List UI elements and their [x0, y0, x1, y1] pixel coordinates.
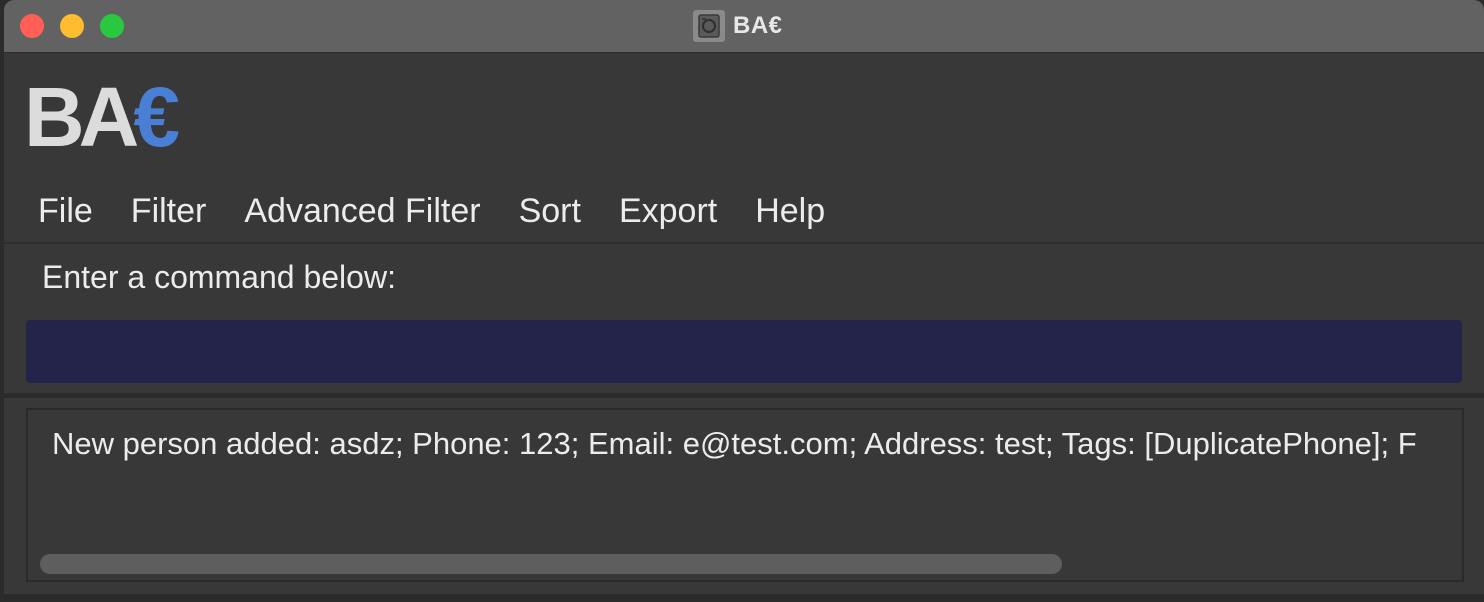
result-display[interactable]: New person added: asdz; Phone: 123; Emai…: [26, 408, 1464, 582]
window-title-group: BA€: [693, 8, 783, 44]
menu-bar: File Filter Advanced Filter Sort Export …: [4, 180, 1484, 244]
menu-filter[interactable]: Filter: [112, 180, 226, 242]
menu-file[interactable]: File: [4, 180, 112, 242]
section-divider: [4, 393, 1484, 398]
command-input[interactable]: [26, 320, 1462, 383]
app-window: BA€ BA€ File Filter Advanced Filter Sort…: [4, 0, 1484, 602]
app-logo: BA€: [24, 74, 180, 160]
maximize-window-button[interactable]: [100, 14, 124, 38]
app-icon: [693, 10, 725, 42]
menu-export[interactable]: Export: [600, 180, 736, 242]
bottom-divider: [4, 594, 1484, 602]
menu-advanced-filter[interactable]: Advanced Filter: [225, 180, 499, 242]
command-prompt-label: Enter a command below:: [42, 259, 396, 295]
horizontal-scrollbar[interactable]: [40, 554, 1062, 574]
menu-sort[interactable]: Sort: [500, 180, 600, 242]
logo-euro-symbol: €: [133, 70, 181, 164]
title-bar[interactable]: BA€: [4, 0, 1484, 53]
result-message: New person added: asdz; Phone: 123; Emai…: [52, 426, 1417, 461]
window-title: BA€: [733, 12, 783, 39]
menu-help[interactable]: Help: [736, 180, 844, 242]
close-window-button[interactable]: [20, 14, 44, 38]
minimize-window-button[interactable]: [60, 14, 84, 38]
logo-text: BA: [24, 70, 139, 164]
